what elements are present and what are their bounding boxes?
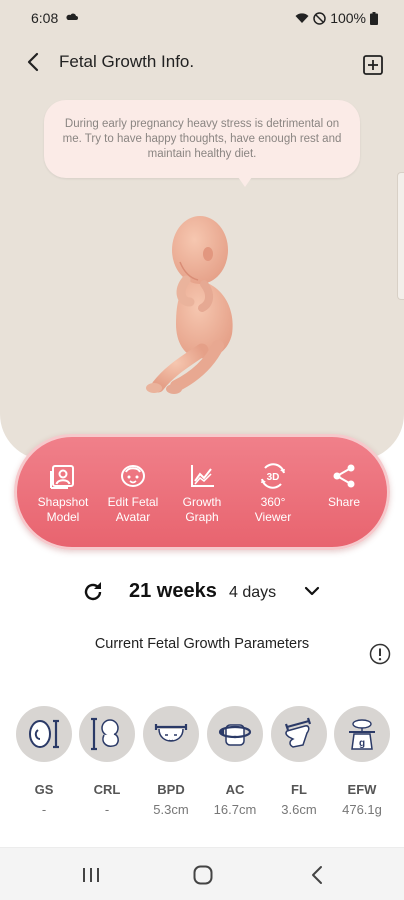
param-crl: CRL -: [79, 706, 135, 817]
param-value: 476.1g: [342, 802, 382, 817]
recent-apps-button[interactable]: [56, 848, 126, 900]
param-label: EFW: [347, 782, 377, 797]
system-back-button[interactable]: [282, 848, 352, 900]
efw-icon-text: g: [359, 738, 365, 749]
graph-icon: [191, 465, 214, 487]
do-not-disturb-icon: [313, 11, 326, 25]
system-nav-bar: [0, 847, 404, 900]
tool-label-line2: Graph: [185, 510, 219, 524]
param-value: 5.3cm: [153, 802, 189, 817]
avatar-face-icon: [121, 465, 145, 487]
action-toolbar: Shapshot Model Edit Fetal Avatar Growth …: [14, 434, 390, 550]
home-icon: [193, 865, 213, 884]
add-icon[interactable]: [362, 54, 384, 76]
battery-icon: [370, 11, 378, 25]
param-bpd: BPD 5.3cm: [143, 706, 199, 817]
param-value: 16.7cm: [213, 802, 257, 817]
gestational-sac-icon: [29, 719, 59, 749]
recent-apps-icon: [83, 867, 99, 882]
param-label: GS: [34, 782, 54, 797]
gs-button[interactable]: [16, 706, 72, 762]
info-icon[interactable]: [369, 643, 391, 665]
param-value: 3.6cm: [281, 802, 317, 817]
tool-label-line1: Growth: [182, 495, 222, 509]
system-back-icon: [312, 865, 322, 884]
growth-graph-button[interactable]: Growth Graph: [169, 461, 235, 531]
tip-speech-bubble: During early pregnancy heavy stress is d…: [44, 100, 360, 187]
3d-icon-text: 3D: [267, 472, 280, 483]
day-count: 4 days: [229, 584, 277, 601]
abdominal-circumference-icon: [218, 724, 252, 746]
chevron-down-icon[interactable]: [302, 584, 322, 600]
tool-label-line1: 360°: [260, 495, 286, 509]
tool-label-line1: Edit Fetal: [107, 495, 159, 509]
param-value: -: [104, 802, 110, 817]
wifi-icon: [295, 13, 309, 23]
share-button[interactable]: Share: [311, 461, 377, 531]
biparietal-diameter-icon: [154, 724, 188, 742]
param-label: CRL: [93, 782, 121, 797]
param-label: AC: [225, 782, 245, 797]
param-ac: AC 16.7cm: [207, 706, 263, 817]
page-title: Fetal Growth Info.: [59, 52, 195, 71]
status-time: 6:08: [31, 10, 59, 26]
tool-label-line2: Viewer: [254, 510, 292, 524]
3d-icon: 3D: [261, 463, 285, 489]
home-button[interactable]: [168, 848, 238, 900]
edit-fetal-avatar-button[interactable]: Edit Fetal Avatar: [100, 461, 166, 531]
femur-length-icon: [284, 717, 312, 748]
crl-button[interactable]: [79, 706, 135, 762]
back-arrow-icon: [27, 52, 39, 72]
tool-label-line1: Share: [327, 495, 361, 509]
refresh-icon[interactable]: [81, 580, 105, 604]
snapshot-icon: [50, 465, 74, 489]
param-label: FL: [291, 782, 307, 797]
tool-label-line1: Shapshot: [37, 495, 89, 509]
fl-button[interactable]: [271, 706, 327, 762]
week-selector: 21 weeks 4 days: [0, 574, 404, 610]
tool-label-line2: Model: [46, 510, 80, 524]
snapshot-model-button[interactable]: Shapshot Model: [30, 461, 96, 531]
param-value: -: [41, 802, 47, 817]
week-count: 21 weeks: [129, 580, 217, 602]
param-fl: FL 3.6cm: [271, 706, 327, 817]
share-icon: [333, 464, 355, 488]
tool-label-line2: Avatar: [115, 510, 151, 524]
back-button[interactable]: [18, 49, 48, 75]
tip-text: During early pregnancy heavy stress is d…: [62, 117, 342, 160]
param-efw: g EFW 476.1g: [334, 706, 390, 817]
crown-rump-length-icon: [91, 717, 119, 751]
cloud-icon: [66, 13, 78, 20]
param-label: BPD: [157, 782, 185, 797]
estimated-fetal-weight-icon: g: [349, 719, 375, 750]
params-title: Current Fetal Growth Parameters: [94, 636, 310, 652]
battery-percent: 100%: [330, 10, 366, 26]
side-scroll-handle[interactable]: [397, 172, 404, 300]
param-gs: GS -: [16, 706, 72, 817]
ac-button[interactable]: [207, 706, 263, 762]
status-bar: 6:08 100%: [0, 0, 404, 36]
status-indicators: 100%: [295, 10, 378, 26]
fetal-avatar-3d-model[interactable]: [140, 210, 260, 400]
360-viewer-button[interactable]: 3D 360° Viewer: [240, 461, 306, 531]
bpd-button[interactable]: [143, 706, 199, 762]
efw-button[interactable]: g: [334, 706, 390, 762]
